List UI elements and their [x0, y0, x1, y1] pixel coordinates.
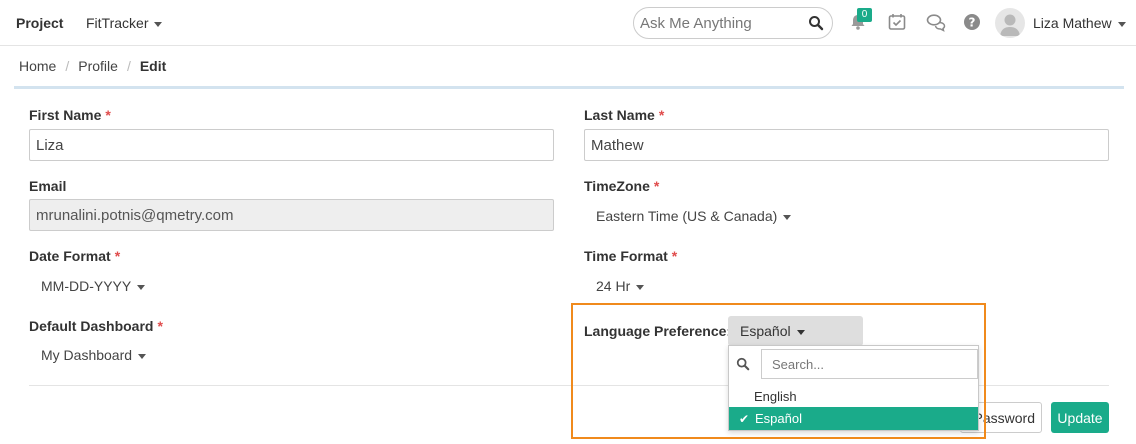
- app-selector[interactable]: FitTracker: [86, 15, 163, 31]
- breadcrumb-current: Edit: [139, 58, 167, 74]
- default-dashboard-value: My Dashboard: [41, 347, 133, 363]
- timezone-dropdown[interactable]: Eastern Time (US & Canada): [596, 208, 792, 224]
- language-value: Español: [740, 323, 791, 339]
- required-marker: *: [105, 107, 111, 123]
- email-label-text: Email: [29, 178, 67, 194]
- language-dropdown-menu: English ✔ Español: [728, 345, 979, 431]
- chat-icon[interactable]: [926, 12, 946, 32]
- timezone-value: Eastern Time (US & Canada): [596, 208, 778, 224]
- user-silhouette-icon: [1000, 14, 1020, 36]
- caret-down-icon: [138, 353, 147, 359]
- language-preference-label: Language Preference:: [584, 323, 732, 339]
- user-menu[interactable]: Liza Mathew: [1033, 15, 1126, 31]
- caret-down-icon: [796, 329, 805, 335]
- project-menu[interactable]: Project: [16, 15, 63, 31]
- search-icon[interactable]: [808, 15, 824, 31]
- required-marker: *: [658, 107, 665, 123]
- checkmark-icon: ✔: [739, 412, 750, 426]
- default-dashboard-label: Default Dashboard *: [29, 318, 163, 334]
- help-icon[interactable]: ?: [962, 12, 982, 32]
- timezone-label-text: TimeZone: [584, 178, 650, 194]
- timezone-label: TimeZone *: [584, 178, 659, 194]
- language-option-english[interactable]: English: [729, 385, 978, 408]
- default-dashboard-label-text: Default Dashboard: [29, 318, 154, 334]
- email-field: [29, 199, 554, 231]
- search-input[interactable]: [640, 13, 800, 33]
- language-search-input[interactable]: [762, 349, 978, 379]
- last-name-label-text: Last Name: [584, 107, 655, 123]
- time-format-value: 24 Hr: [596, 278, 631, 294]
- last-name-input[interactable]: [584, 129, 1109, 161]
- notification-badge: 0: [857, 8, 872, 22]
- breadcrumb-home[interactable]: Home: [19, 58, 56, 74]
- time-format-label: Time Format *: [584, 248, 677, 264]
- time-format-dropdown[interactable]: 24 Hr: [596, 278, 645, 294]
- date-format-value: MM-DD-YYYY: [41, 278, 132, 294]
- time-format-label-text: Time Format: [584, 248, 668, 264]
- breadcrumb: Home / Profile / Edit: [19, 58, 166, 74]
- first-name-input[interactable]: [29, 129, 554, 161]
- required-marker: *: [653, 178, 660, 194]
- svg-text:?: ?: [969, 15, 976, 29]
- language-dropdown-button[interactable]: Español: [728, 316, 863, 346]
- required-marker: *: [157, 318, 163, 334]
- update-button[interactable]: Update: [1051, 402, 1109, 433]
- language-option-espanol[interactable]: ✔ Español: [729, 407, 978, 430]
- default-dashboard-dropdown[interactable]: My Dashboard: [41, 347, 147, 363]
- app-selector-label: FitTracker: [86, 15, 149, 31]
- search-icon: [736, 357, 750, 371]
- header-divider: [14, 86, 1124, 89]
- chevron-down-icon: [1117, 21, 1126, 27]
- calendar-check-icon[interactable]: [887, 12, 907, 32]
- first-name-label: First Name *: [29, 107, 111, 123]
- caret-down-icon: [636, 284, 645, 290]
- first-name-label-text: First Name: [29, 107, 102, 123]
- breadcrumb-separator: /: [126, 58, 131, 74]
- language-search-wrap: [729, 349, 978, 379]
- language-option-label: Español: [755, 411, 802, 426]
- avatar[interactable]: [995, 8, 1025, 38]
- chevron-down-icon: [154, 21, 163, 27]
- required-marker: *: [671, 248, 678, 264]
- top-navbar: Project FitTracker 0 ? Liza Mathew: [0, 0, 1136, 46]
- date-format-label-text: Date Format: [29, 248, 111, 264]
- caret-down-icon: [137, 284, 146, 290]
- last-name-label: Last Name *: [584, 107, 664, 123]
- breadcrumb-profile[interactable]: Profile: [78, 58, 118, 74]
- user-name: Liza Mathew: [1033, 15, 1112, 31]
- date-format-label: Date Format *: [29, 248, 120, 264]
- caret-down-icon: [783, 214, 792, 220]
- email-label: Email: [29, 178, 66, 194]
- required-marker: *: [114, 248, 121, 264]
- breadcrumb-separator: /: [65, 58, 70, 74]
- global-search: [633, 7, 833, 39]
- date-format-dropdown[interactable]: MM-DD-YYYY: [41, 278, 146, 294]
